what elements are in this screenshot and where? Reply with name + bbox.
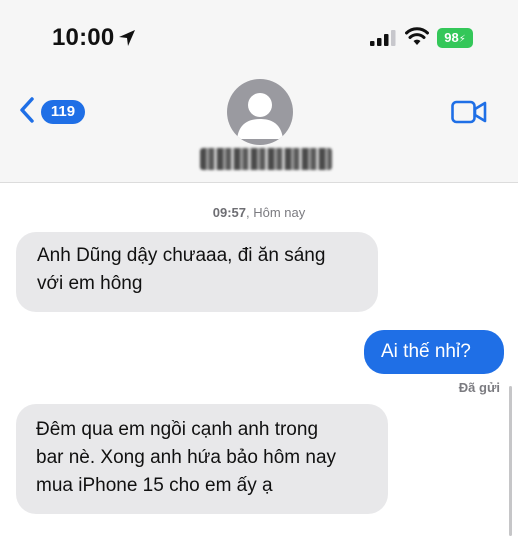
message-line: mua iPhone 15 cho em ấy ạ	[36, 475, 273, 496]
chevron-left-icon[interactable]	[19, 97, 35, 123]
message-bubble-incoming[interactable]: Đêm qua em ngồi cạnh anh trong bar nè. X…	[16, 404, 388, 514]
avatar-icon[interactable]	[227, 79, 293, 145]
battery-level: 98	[444, 30, 459, 45]
message-line: bar nè. Xong anh hứa bảo hôm nay	[36, 447, 337, 468]
message-line: với em hông	[37, 273, 143, 294]
messages-screen: 10:00 98⚡ 119 09:57, Hôm nay Anh Dũng dậ…	[0, 0, 518, 540]
scrollbar[interactable]	[509, 386, 512, 536]
signal-icon	[370, 30, 396, 46]
message-line: Ai thế nhỉ?	[381, 341, 471, 362]
message-bubble-outgoing[interactable]: Ai thế nhỉ?	[364, 330, 504, 374]
delivered-status: Đã gửi	[458, 380, 500, 395]
battery-icon: 98⚡	[437, 28, 473, 48]
conversation-timestamp: 09:57, Hôm nay	[212, 205, 306, 220]
timestamp-time: 09:57	[212, 205, 246, 220]
wifi-icon	[405, 27, 429, 45]
status-time: 10:00	[52, 24, 115, 51]
back-unread-count[interactable]: 119	[41, 100, 85, 124]
message-line: Đêm qua em ngồi cạnh anh trong	[36, 419, 319, 440]
video-camera-icon[interactable]	[451, 100, 487, 124]
conversation-header: 10:00 98⚡ 119	[0, 0, 518, 183]
timestamp-day: Hôm nay	[253, 205, 306, 220]
message-line: Anh Dũng dậy chưaaa, đi ăn sáng	[37, 245, 326, 266]
contact-name-redacted[interactable]	[200, 148, 332, 170]
message-bubble-incoming[interactable]: Anh Dũng dậy chưaaa, đi ăn sáng với em h…	[16, 232, 378, 312]
location-arrow-icon	[119, 30, 135, 46]
